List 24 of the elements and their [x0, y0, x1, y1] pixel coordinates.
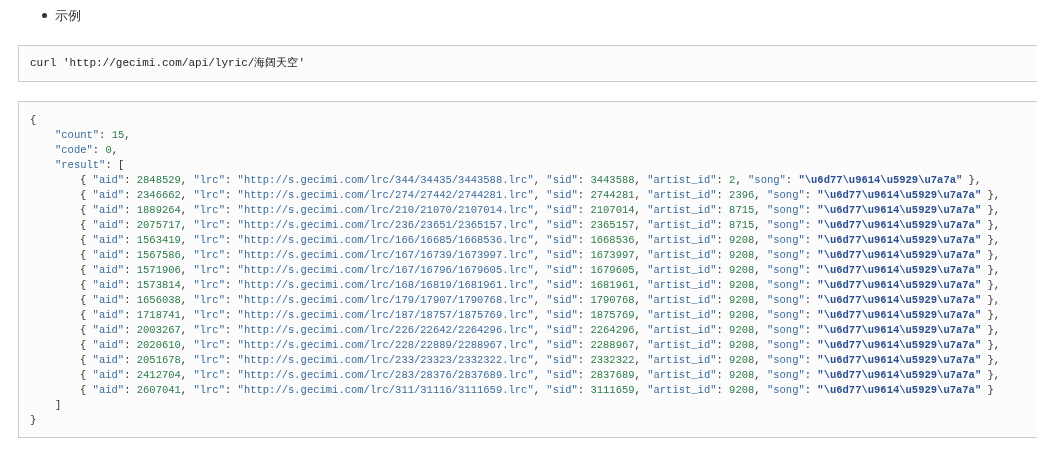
code-line: { "aid": 2075717, "lrc": "http://s.gecimi.com/lrc/236/23651/2365157.lrc", "sid": 2365157, "artist_id": 8715, "song": "\u6d77\u9614\u5929\u7a7a" }, — [80, 217, 1001, 233]
code-line: { "aid": 2607041, "lrc": "http://s.gecimi.com/lrc/311/31116/3111659.lrc", "sid": 3111659, "artist_id": 9208, "song": "\u6d77\u9614\u5929\u7a7a" } — [80, 382, 994, 398]
code-line: ] — [55, 397, 62, 413]
code-line: "result": [ — [55, 157, 125, 173]
code-line: "code": 0, — [55, 142, 119, 158]
code-line: { "aid": 1563419, "lrc": "http://s.gecimi.com/lrc/166/16685/1668536.lrc", "sid": 1668536, "artist_id": 9208, "song": "\u6d77\u9614\u5929\u7a7a" }, — [80, 232, 1001, 248]
code-line: { "aid": 1718741, "lrc": "http://s.gecimi.com/lrc/187/18757/1875769.lrc", "sid": 1875769, "artist_id": 9208, "song": "\u6d77\u9614\u5929\u7a7a" }, — [80, 307, 1001, 323]
code-line: { "aid": 1571906, "lrc": "http://s.gecimi.com/lrc/167/16796/1679605.lrc", "sid": 1679605, "artist_id": 9208, "song": "\u6d77\u9614\u5929\u7a7a" }, — [80, 262, 1001, 278]
code-line: "count": 15, — [55, 127, 131, 143]
command-text: curl 'http://gecimi.com/api/lyric/海阔天空' — [30, 55, 306, 71]
list-item-text: 示例 — [55, 7, 81, 25]
code-line: { "aid": 2020610, "lrc": "http://s.gecimi.com/lrc/228/22889/2288967.lrc", "sid": 2288967, "artist_id": 9208, "song": "\u6d77\u9614\u5929\u7a7a" }, — [80, 337, 1001, 353]
code-line: { "aid": 2346662, "lrc": "http://s.gecimi.com/lrc/274/27442/2744281.lrc", "sid": 2744281, "artist_id": 2396, "song": "\u6d77\u9614\u5929\u7a7a" }, — [80, 187, 1001, 203]
code-line: { "aid": 2412704, "lrc": "http://s.gecimi.com/lrc/283/28376/2837689.lrc", "sid": 2837689, "artist_id": 9208, "song": "\u6d77\u9614\u5929\u7a7a" }, — [80, 367, 1001, 383]
code-line: } — [30, 412, 37, 428]
code-line: { "aid": 1656038, "lrc": "http://s.gecimi.com/lrc/179/17907/1790768.lrc", "sid": 1790768, "artist_id": 9208, "song": "\u6d77\u9614\u5929\u7a7a" }, — [80, 292, 1001, 308]
code-line: { "aid": 1567586, "lrc": "http://s.gecimi.com/lrc/167/16739/1673997.lrc", "sid": 1673997, "artist_id": 9208, "song": "\u6d77\u9614\u5929\u7a7a" }, — [80, 247, 1001, 263]
code-line: { "aid": 2051678, "lrc": "http://s.gecimi.com/lrc/233/23323/2332322.lrc", "sid": 2332322, "artist_id": 9208, "song": "\u6d77\u9614\u5929\u7a7a" }, — [80, 352, 1001, 368]
bullet-icon — [42, 13, 47, 19]
code-line: { "aid": 2003267, "lrc": "http://s.gecimi.com/lrc/226/22642/2264296.lrc", "sid": 2264296, "artist_id": 9208, "song": "\u6d77\u9614\u5929\u7a7a" }, — [80, 322, 1001, 338]
code-line: { "aid": 1573814, "lrc": "http://s.gecimi.com/lrc/168/16819/1681961.lrc", "sid": 1681961, "artist_id": 9208, "song": "\u6d77\u9614\u5929\u7a7a" }, — [80, 277, 1001, 293]
code-line: { — [30, 112, 37, 128]
code-line: { "aid": 1889264, "lrc": "http://s.gecimi.com/lrc/210/21070/2107014.lrc", "sid": 2107014, "artist_id": 8715, "song": "\u6d77\u9614\u5929\u7a7a" }, — [80, 202, 1001, 218]
code-line: { "aid": 2848529, "lrc": "http://s.gecimi.com/lrc/344/34435/3443588.lrc", "sid": 3443588, "artist_id": 2, "song": "\u6d77\u9614\u5929\u7a7a" }, — [80, 172, 982, 188]
